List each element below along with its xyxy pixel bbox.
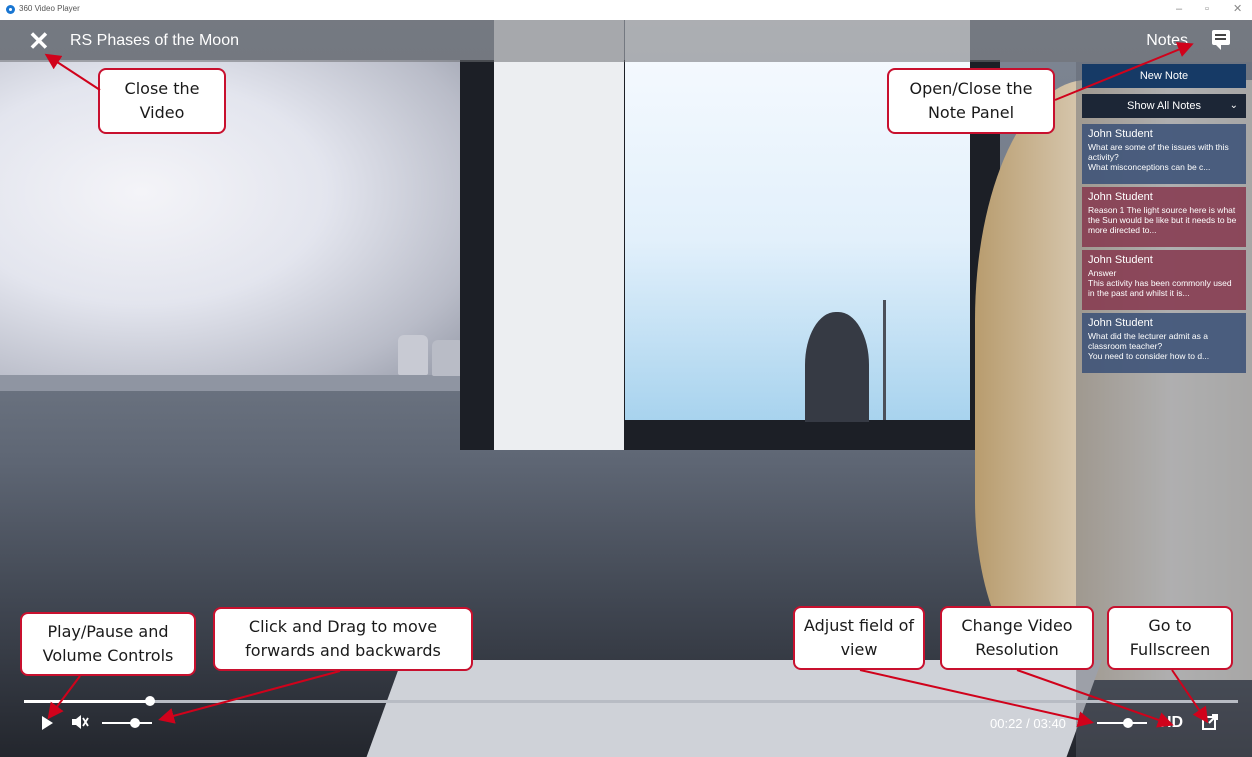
note-text: What did the lecturer admit as a classro… [1088, 331, 1210, 361]
seek-bar[interactable] [24, 696, 1238, 706]
close-video-button[interactable]: ✕ [28, 27, 50, 55]
notes-toggle-label[interactable]: Notes [1146, 32, 1188, 50]
note-card[interactable]: John Student What are some of the issues… [1082, 124, 1246, 184]
callout-fullscreen: Go to Fullscreen [1107, 606, 1233, 670]
callout-play-volume: Play/Pause and Volume Controls [20, 612, 196, 676]
app-logo-icon [6, 5, 15, 14]
resolution-button[interactable]: HD [1160, 714, 1183, 732]
time-display: 00:22 / 03:40 [990, 716, 1066, 731]
note-author: John Student [1088, 191, 1153, 203]
seek-bar-played [24, 700, 151, 703]
callout-field-of-view: Adjust field of view [793, 606, 925, 670]
notes-toggle-icon[interactable] [1212, 30, 1230, 50]
note-card[interactable]: John Student Reason 1 The light source h… [1082, 187, 1246, 247]
note-author: John Student [1088, 317, 1153, 329]
video-scene-cup [398, 335, 428, 375]
video-scene-board [494, 20, 624, 450]
note-author: John Student [1088, 254, 1153, 266]
callout-notes-panel: Open/Close the Note Panel [887, 68, 1055, 134]
video-scene-desk [358, 660, 1102, 757]
volume-slider[interactable] [102, 718, 152, 728]
chevron-down-icon: ⌄ [1229, 100, 1238, 111]
notes-filter-label: Show All Notes [1127, 100, 1201, 112]
video-topbar: ✕ RS Phases of the Moon Notes [0, 20, 1252, 62]
volume-slider-handle[interactable] [130, 718, 140, 728]
field-of-view-slider[interactable] [1097, 718, 1147, 728]
note-card[interactable]: John Student What did the lecturer admit… [1082, 313, 1246, 373]
video-scene-stand [883, 300, 886, 420]
note-author: John Student [1088, 128, 1153, 140]
play-button[interactable] [42, 716, 53, 730]
new-note-button[interactable]: New Note [1082, 64, 1246, 88]
minimize-button[interactable]: – [1176, 3, 1182, 15]
window-title: 360 Video Player [19, 4, 80, 13]
note-card[interactable]: John Student Answer This activity has be… [1082, 250, 1246, 310]
callout-resolution: Change Video Resolution [940, 606, 1094, 670]
restore-button[interactable]: ▫ [1205, 3, 1209, 15]
callout-close-video: Close the Video [98, 68, 226, 134]
video-scene-person [805, 312, 869, 422]
window-titlebar: 360 Video Player – ▫ ✕ [0, 0, 1252, 20]
note-text: Answer This activity has been commonly u… [1088, 268, 1232, 298]
callout-seek: Click and Drag to move forwards and back… [213, 607, 473, 671]
video-title: RS Phases of the Moon [70, 32, 239, 49]
video-scene-shelf [0, 375, 500, 391]
notes-filter-dropdown[interactable]: Show All Notes ⌄ [1082, 94, 1246, 118]
fullscreen-icon[interactable] [1202, 714, 1218, 730]
volume-muted-icon[interactable] [70, 712, 90, 732]
window-close-button[interactable]: ✕ [1233, 3, 1242, 15]
note-text: Reason 1 The light source here is what t… [1088, 205, 1237, 235]
field-of-view-slider-handle[interactable] [1123, 718, 1133, 728]
note-text: What are some of the issues with this ac… [1088, 142, 1229, 172]
